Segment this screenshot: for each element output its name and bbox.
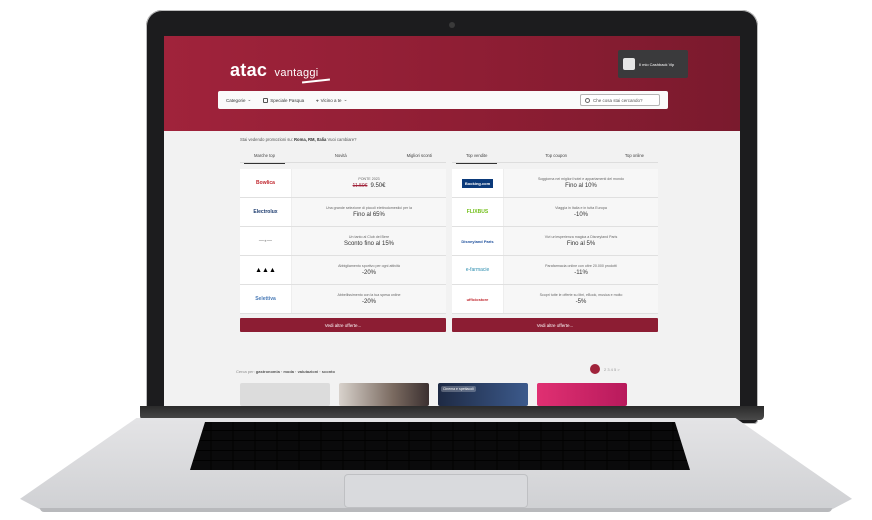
offer-desc: Vivi un'esperienza magica a Disneyland P…	[544, 235, 618, 239]
brand-logo: ▲▲▲	[240, 256, 292, 284]
offer-desc: Parafarmacia online con oltre 20.000 pro…	[545, 264, 617, 268]
wallet-icon	[623, 58, 635, 70]
offer-row[interactable]: Electrolux Una grande selezione di picco…	[240, 198, 446, 227]
offer-price: Sconto fino al 15%	[343, 241, 395, 247]
offer-price: -20%	[361, 270, 376, 276]
logo[interactable]: atac vantaggi	[230, 60, 319, 81]
site-header: atac vantaggi Il mio Cashback Vip Catego…	[164, 36, 740, 131]
categories-links[interactable]: gastronomia · moda · valutazioni · scont…	[256, 369, 335, 374]
brand-logo: Electrolux	[240, 198, 292, 226]
tab-marche-top[interactable]: Marche top	[244, 153, 285, 164]
offer-price: -11%	[574, 270, 588, 276]
nav-categories-label: Categorie	[226, 97, 246, 103]
tab-top-vendite[interactable]: Top vendite	[455, 153, 499, 164]
brand-logo: e-farmacie	[452, 256, 504, 284]
offer-row[interactable]: e-farmacie Parafarmacia online con oltre…	[452, 256, 658, 285]
nav-location[interactable]: ⌖ Vicino a te ⌄	[316, 97, 347, 103]
tab-top-online[interactable]: Top online	[625, 153, 644, 162]
offer-row[interactable]: Booking.com Soggiorna nei migliori hotel…	[452, 169, 658, 198]
trackpad	[344, 474, 528, 508]
nav-special[interactable]: Speciale Pasqua	[263, 97, 305, 103]
offer-desc: Abbellissimento con la tua spesa online	[337, 293, 401, 297]
screen: atac vantaggi Il mio Cashback Vip Catego…	[164, 36, 740, 406]
keyboard	[190, 422, 690, 470]
tab-migliori-sconti[interactable]: Migliori sconti	[407, 153, 432, 162]
offer-price: 9.50€	[370, 183, 386, 189]
categories-line: Cerca per: gastronomia · moda · valutazi…	[236, 369, 335, 374]
offer-price: -10%	[573, 212, 588, 218]
logo-sub: vantaggi	[274, 67, 319, 79]
brand-logo: Disneyland Paris	[452, 227, 504, 255]
offer-row[interactable]: Disneyland Paris Vivi un'esperienza magi…	[452, 227, 658, 256]
offer-row[interactable]: Selettiva Abbellissimento con la tua spe…	[240, 285, 446, 314]
offers-right: Top vendite Top coupon Top online Bookin…	[452, 153, 658, 332]
offer-desc: Scopri tutte le offerte su libri, eBook,…	[539, 293, 623, 297]
offer-row[interactable]: Bowlica PONTE 2023 11.50€ 9.50€	[240, 169, 446, 198]
more-offers-button[interactable]: Vedi altre offerte...	[240, 318, 446, 332]
thumbnail[interactable]: Cinema e spettacoli	[438, 383, 528, 406]
brand-logo: FLIXBUS	[452, 198, 504, 226]
chevron-down-icon: ⌄	[247, 97, 252, 102]
more-offers-button[interactable]: Vedi altre offerte...	[452, 318, 658, 332]
location-info: Stai vedendo promozioni su: Roma, RM, It…	[240, 137, 356, 142]
old-price: 11.50€	[352, 183, 368, 189]
offer-desc: Una grande selezione di piccoli elettrod…	[326, 206, 412, 210]
change-location-link[interactable]: Vuoi cambiare?	[328, 137, 357, 142]
intro-text: Stai vedendo promozioni su:	[240, 137, 295, 142]
brand-logo: Selettiva	[240, 285, 292, 313]
tabs-right: Top vendite Top coupon Top online	[452, 153, 658, 164]
page-current[interactable]	[590, 364, 600, 374]
offers-left: Marche top Novità Migliori sconti Bowlic…	[240, 153, 446, 332]
chevron-down-icon: ⌄	[343, 97, 348, 102]
search-icon	[585, 97, 590, 103]
brand-logo: Bowlica	[240, 169, 292, 197]
search-input[interactable]: Che cosa stai cercando?	[580, 94, 660, 106]
nav-location-label: Vicino a te	[320, 97, 342, 103]
nav-categories[interactable]: Categorie ⌄	[226, 97, 251, 103]
gift-icon	[263, 97, 269, 103]
offer-price: -5%	[575, 299, 587, 305]
thumbnail[interactable]	[537, 383, 627, 406]
brand-logo: Booking.com	[452, 169, 504, 197]
nav-special-label: Speciale Pasqua	[270, 97, 305, 103]
offer-row[interactable]: ufficiostore Scopri tutte le offerte su …	[452, 285, 658, 314]
thumbnail-badge: Cinema e spettacoli	[441, 386, 476, 392]
main-content: Stai vedendo promozioni su: Roma, RM, It…	[164, 131, 740, 406]
offer-price: -20%	[361, 299, 376, 305]
tab-top-coupon[interactable]: Top coupon	[545, 153, 567, 162]
offer-desc: Viaggia in Italia e in tutta Europa	[555, 206, 607, 210]
logo-main: atac	[230, 60, 268, 80]
brand-logo: —∘—	[240, 227, 292, 255]
categories-prefix: Cerca per:	[236, 369, 256, 374]
laptop-hinge	[140, 406, 764, 420]
offer-desc: Un tanto al Club del Bere	[348, 235, 390, 239]
offer-price: Fino al 5%	[566, 241, 596, 247]
navbar: Categorie ⌄ Speciale Pasqua ⌖ Vicino a t…	[218, 91, 668, 109]
search-placeholder: Che cosa stai cercando?	[593, 97, 643, 103]
page-links[interactable]: 2 3 4 5 >	[604, 367, 620, 372]
brand-logo: ufficiostore	[452, 285, 504, 313]
offer-desc: Abbigliamento sportivo per ogni attività	[338, 264, 400, 268]
tab-novita[interactable]: Novità	[335, 153, 347, 162]
offer-row[interactable]: FLIXBUS Viaggia in Italia e in tutta Eur…	[452, 198, 658, 227]
offer-price: Fino al 10%	[565, 183, 597, 189]
pager: 2 3 4 5 >	[590, 364, 620, 374]
offer-price: Fino al 65%	[353, 212, 385, 218]
cashback-label: Il mio Cashback Vip	[639, 61, 675, 67]
offer-desc: Soggiorna nei migliori hotel e appartame…	[537, 177, 625, 181]
pin-icon: ⌖	[316, 97, 319, 103]
thumbnails: Cinema e spettacoli	[240, 383, 627, 406]
laptop-edge	[40, 508, 832, 512]
thumbnail[interactable]	[240, 383, 330, 406]
offer-row[interactable]: ▲▲▲ Abbigliamento sportivo per ogni atti…	[240, 256, 446, 285]
thumbnail[interactable]	[339, 383, 429, 406]
brand-label: Booking.com	[461, 178, 494, 188]
offer-row[interactable]: —∘— Un tanto al Club del Bere Sconto fin…	[240, 227, 446, 256]
offer-desc: PONTE 2023	[358, 177, 380, 181]
intro-location: Roma, RM, Italia	[294, 137, 327, 142]
camera	[449, 22, 455, 28]
cashback-button[interactable]: Il mio Cashback Vip	[618, 50, 688, 78]
tabs-left: Marche top Novità Migliori sconti	[240, 153, 446, 164]
